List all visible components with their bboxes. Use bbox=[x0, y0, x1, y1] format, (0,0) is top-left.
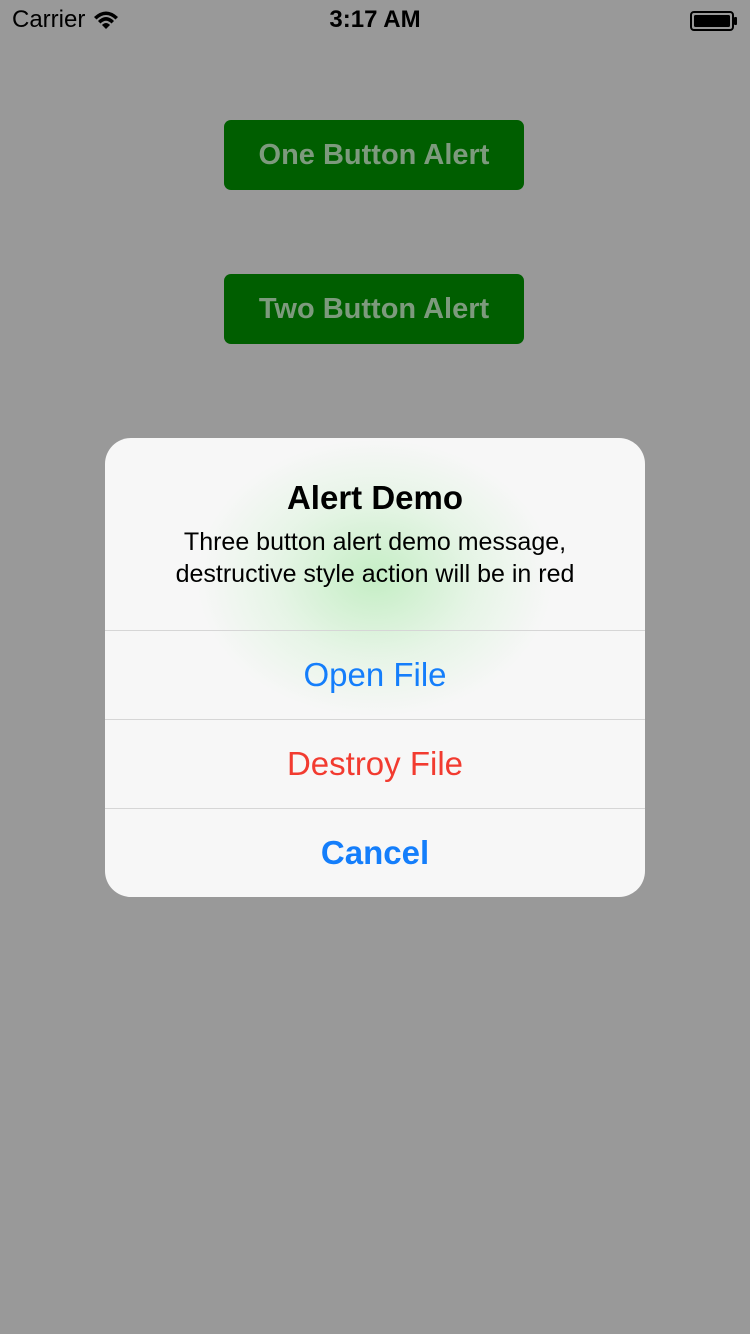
status-time: 3:17 AM bbox=[329, 6, 421, 33]
two-button-alert-button[interactable]: Two Button Alert bbox=[224, 274, 524, 344]
battery-icon bbox=[690, 11, 737, 31]
destroy-file-button[interactable]: Destroy File bbox=[105, 719, 645, 807]
open-file-button[interactable]: Open File bbox=[105, 630, 645, 718]
alert-title: Alert Demo bbox=[286, 479, 464, 516]
cancel-button[interactable]: Cancel bbox=[105, 808, 645, 896]
one-button-alert-button[interactable]: One Button Alert bbox=[224, 120, 524, 190]
alert-message: Three button alert demo message, destruc… bbox=[175, 528, 575, 588]
status-bar: Carrier 3:17 AM bbox=[0, 0, 750, 40]
alert-dialog: Alert Demo Three button alert demo messa… bbox=[105, 438, 645, 897]
